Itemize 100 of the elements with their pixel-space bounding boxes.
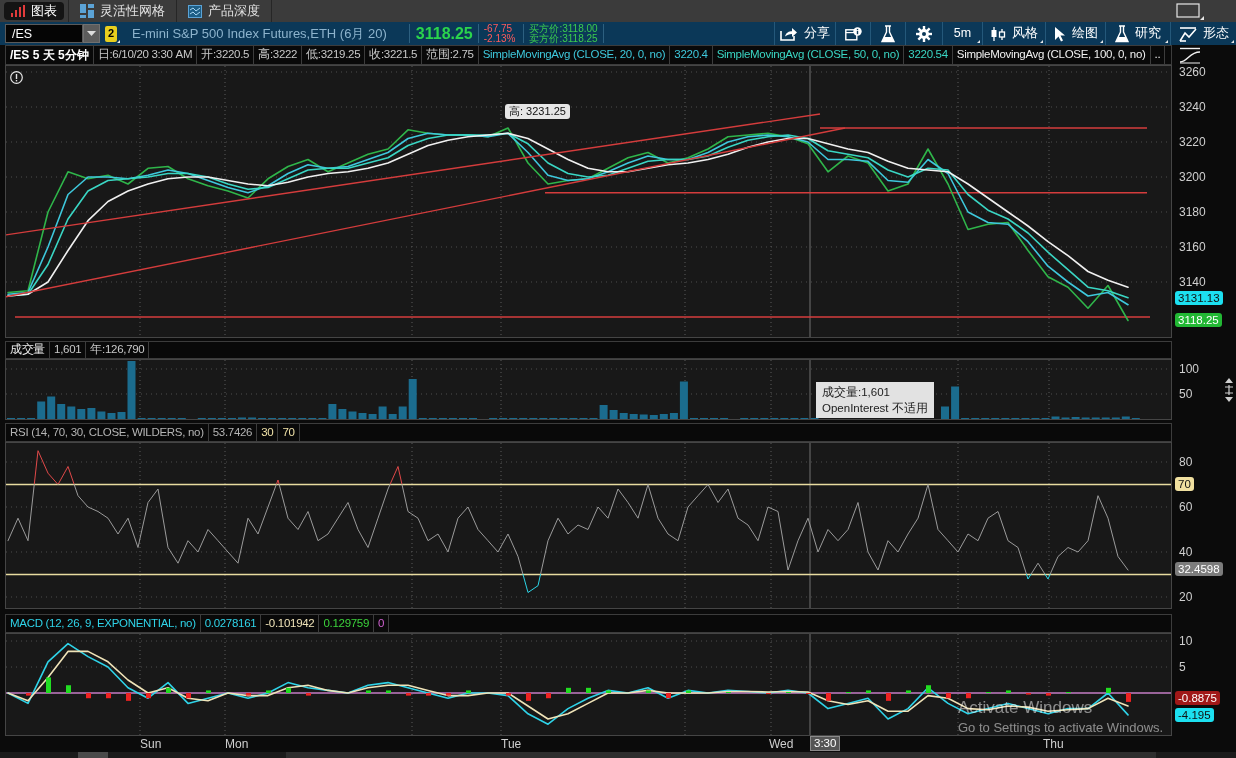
histogram-bar — [526, 693, 531, 701]
header-value: SimpleMovingAvg (CLOSE, 100, 0, no) — [952, 46, 1151, 64]
cursor-icon — [1053, 25, 1066, 42]
link-group-button[interactable]: 2 — [105, 25, 117, 42]
scrollbar[interactable] — [0, 752, 1236, 758]
header-value: -0.101942 — [261, 615, 320, 632]
patterns-button[interactable]: 形态 — [1170, 22, 1236, 45]
resize-handle-icon[interactable] — [1224, 378, 1234, 402]
dropdown-button[interactable] — [83, 24, 100, 43]
high-price-label: 高: 3231.25 — [505, 104, 570, 119]
histogram-bar — [826, 693, 831, 701]
axis-label: 5 — [1179, 660, 1186, 674]
histogram-bar — [126, 693, 131, 701]
header-value: 1,601 — [50, 342, 87, 358]
value-badge: -0.8875 — [1175, 690, 1220, 705]
header-value: 53.7426 — [208, 424, 258, 441]
candlestick-icon — [990, 25, 1006, 42]
axis-label: 3180 — [1179, 205, 1206, 219]
axis-label: 3200 — [1179, 170, 1206, 184]
histogram-bar — [886, 693, 891, 701]
histogram-bar — [366, 690, 371, 694]
histogram-bar — [566, 687, 571, 694]
study-label: 成交量 — [6, 342, 51, 358]
alert-icon — [10, 71, 23, 84]
flask-icon — [1115, 24, 1129, 43]
histogram-bar — [166, 687, 171, 694]
histogram-bar — [1006, 690, 1011, 694]
histogram-bar — [446, 693, 451, 696]
header-value: 0.0278161 — [200, 615, 262, 632]
axis-label: 80 — [1179, 455, 1193, 469]
axis-label: Tue — [501, 737, 522, 751]
axis-label: 3160 — [1179, 240, 1206, 254]
histogram-bar — [266, 690, 271, 694]
chart-title: /ES 5 天 5分钟 — [6, 46, 94, 64]
header-value: .. — [1150, 46, 1166, 64]
histogram-bar — [926, 685, 931, 694]
axis-label: Sun — [140, 737, 162, 751]
caret-icon — [87, 31, 96, 36]
header-value: 范围:2.75 — [422, 46, 479, 64]
settings-icon — [916, 25, 932, 42]
info-icon — [844, 26, 862, 41]
histogram-bar — [686, 690, 691, 694]
histogram-bar — [86, 693, 91, 699]
bar-chart-icon — [11, 5, 25, 17]
axis-label: 100 — [1179, 362, 1200, 376]
last-price: 3118.25 — [415, 23, 473, 44]
histogram-bar — [946, 693, 951, 699]
histogram-bar — [1106, 687, 1111, 694]
histogram-bar — [386, 690, 391, 694]
histogram-bar — [506, 693, 511, 696]
histogram-bar — [26, 693, 31, 696]
header-value: 0.129759 — [319, 615, 375, 632]
grid-icon — [80, 4, 94, 18]
histogram-bar — [586, 687, 591, 694]
symbol-field[interactable]: /ES — [5, 24, 83, 43]
tooltip-text: 成交量:1,601 — [822, 385, 891, 400]
axis-label: Thu — [1043, 737, 1064, 751]
histogram-bar — [286, 687, 291, 694]
tab[interactable]: 产品深度 — [181, 2, 267, 20]
axis-label: Mon — [225, 737, 249, 751]
bid-price: 买方价:3118.00 — [529, 23, 598, 34]
corner-triangle-icon — [117, 40, 120, 43]
wave-chart-icon — [188, 4, 202, 18]
value-badge: 3118.25 — [1175, 313, 1222, 328]
tab[interactable]: 灵活性网格 — [73, 2, 172, 20]
histogram-bar — [426, 693, 431, 696]
histogram-bar — [186, 693, 191, 699]
histogram-bar — [1046, 693, 1051, 696]
flask-icon — [881, 24, 895, 43]
curve-icon[interactable] — [1179, 46, 1201, 64]
value-badge: 3131.13 — [1175, 290, 1223, 305]
histogram-bar — [206, 690, 211, 694]
share-icon — [780, 26, 798, 41]
header-value: 3220.4 — [670, 46, 713, 64]
ask-price: 卖方价:3118.25 — [529, 33, 598, 44]
axis-label: Wed — [769, 737, 794, 751]
histogram-bar — [306, 693, 311, 696]
histogram-bar — [466, 690, 471, 694]
histogram-bar — [666, 693, 671, 699]
histogram-bar — [1126, 693, 1131, 702]
histogram-bar — [406, 693, 411, 696]
tooltip-text: OpenInterest 不适用 — [822, 401, 928, 416]
scrollbar-thumb[interactable] — [286, 752, 1156, 758]
histogram-bar — [46, 677, 51, 694]
tab[interactable]: 图表 — [4, 2, 64, 20]
study-label: RSI (14, 70, 30, CLOSE, WILDERS, no) — [6, 424, 209, 441]
axis-label: 50 — [1179, 387, 1193, 401]
histogram-bar — [146, 693, 151, 699]
window-icon[interactable] — [1176, 3, 1204, 20]
histogram-bar — [866, 690, 871, 694]
percent-change: -2.13% — [483, 33, 516, 44]
histogram-bar — [546, 693, 551, 699]
instrument-name: E-mini S&P 500 Index Futures,ETH (6月 20) — [132, 24, 387, 43]
header-value: SimpleMovingAvg (CLOSE, 50, 0, no) — [712, 46, 905, 64]
histogram-bar — [966, 693, 971, 699]
header-value: 年:126,790 — [86, 342, 150, 358]
histogram-bar — [106, 693, 111, 699]
header-value: 日:6/10/20 3:30 AM — [93, 46, 198, 64]
axis-label: 10 — [1179, 634, 1193, 648]
histogram-bar — [906, 690, 911, 694]
